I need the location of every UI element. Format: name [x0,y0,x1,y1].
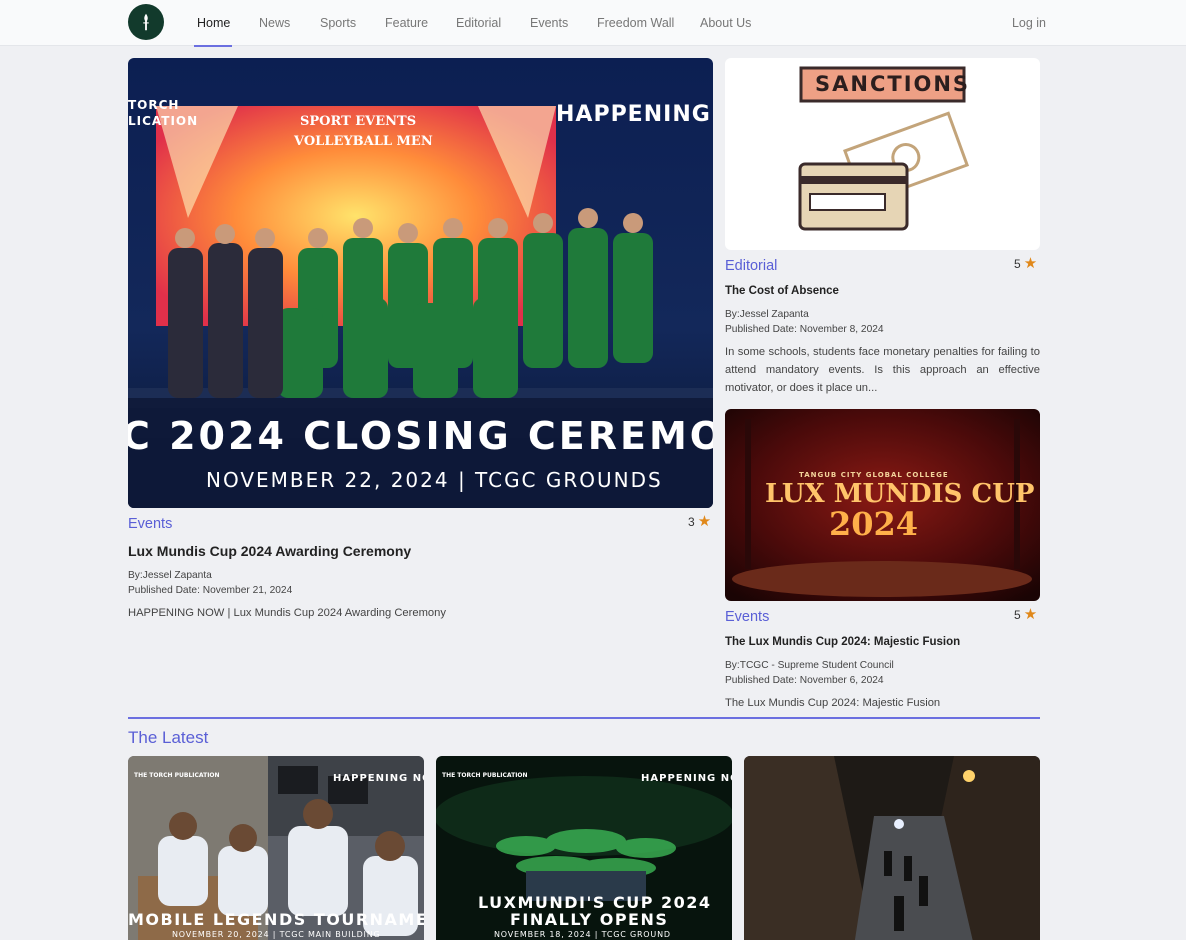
featured-image[interactable]: TORCH LICATION HAPPENING SPORT EVENTS VO… [128,58,713,508]
nav-editorial[interactable]: Editorial [456,16,501,30]
article-excerpt: In some schools, students face monetary … [725,346,1040,394]
happening-text: HAPPENING NOW [333,773,424,784]
latest-heading: The Latest [128,728,209,747]
torch-icon [143,13,149,31]
nav-feature[interactable]: Feature [385,16,428,30]
article-excerpt: The Lux Mundis Cup 2024: Majestic Fusion [725,697,941,709]
nav-freedom-wall[interactable]: Freedom Wall [597,16,674,30]
lux-mundis-image[interactable]: TANGUB CITY GLOBAL COLLEGE LUX MUNDIS CU… [725,409,1040,601]
poster-year: 2024 [829,505,919,543]
card-subline: NOVEMBER 18, 2024 | TCGC GROUND [494,930,671,939]
card-headline: MOBILE LEGENDS TOURNAMENT [128,910,424,929]
article-title[interactable]: The Cost of Absence [725,285,839,297]
screen-text: SPORT EVENTS [300,114,417,129]
rating-value: 5 [1014,607,1021,622]
article-author: By:Jessel Zapanta [725,309,809,320]
latest-card-image[interactable]: THE TORCH PUBLICATION HAPPENING NOW LUXM… [436,756,732,940]
section-divider [128,717,1040,719]
sanctions-image[interactable]: SANCTIONS [725,58,1040,250]
star-icon: ★ [697,513,712,530]
image-subline: NOVEMBER 22, 2024 | TCGC GROUNDS [206,468,663,492]
brand-text: TORCH [128,98,180,112]
latest-card-image[interactable]: THE TORCH PUBLICATION HAPPENING NOW MOBI… [128,756,424,940]
featured-excerpt: HAPPENING NOW | Lux Mundis Cup 2024 Awar… [128,607,446,619]
article-title[interactable]: The Lux Mundis Cup 2024: Majestic Fusion [725,636,960,648]
card-headline: FINALLY OPENS [510,910,669,929]
article-category[interactable]: Events [725,609,769,625]
star-icon: ★ [1023,255,1038,272]
brand-text: THE TORCH PUBLICATION [134,772,220,779]
latest-card-image[interactable] [744,756,1040,940]
article-rating: 5 ★ [1014,256,1037,271]
featured-title[interactable]: Lux Mundis Cup 2024 Awarding Ceremony [128,543,411,559]
top-navbar: Home News Sports Feature Editorial Event… [0,0,1186,47]
article-category[interactable]: Editorial [725,258,777,274]
featured-rating: 3 ★ [688,514,711,529]
nav-events[interactable]: Events [530,16,568,30]
article-date: Published Date: November 8, 2024 [725,324,884,335]
rating-value: 5 [1014,256,1021,271]
happening-text: HAPPENING NOW [641,773,732,784]
brand-text: LICATION [128,114,199,128]
nav-about-us[interactable]: About Us [700,16,751,30]
article-rating: 5 ★ [1014,607,1037,622]
featured-category[interactable]: Events [128,516,172,532]
torch-logo[interactable] [128,4,164,40]
nav-sports[interactable]: Sports [320,16,356,30]
college-text: TANGUB CITY GLOBAL COLLEGE [799,471,949,479]
nav-news[interactable]: News [259,16,290,30]
article-author: By:TCGC - Supreme Student Council [725,660,894,671]
star-icon: ★ [1023,606,1038,623]
active-tab-indicator [194,45,232,47]
brand-text: THE TORCH PUBLICATION [442,772,528,779]
happening-text: HAPPENING [556,102,711,127]
featured-author: By:Jessel Zapanta [128,570,212,581]
nav-home[interactable]: Home [197,16,230,30]
night-street-photo [744,756,1040,940]
screen-text: VOLLEYBALL MEN [294,134,433,149]
featured-date: Published Date: November 21, 2024 [128,585,293,596]
article-date: Published Date: November 6, 2024 [725,675,884,686]
card-subline: NOVEMBER 20, 2024 | TCGC MAIN BUILDING [172,930,381,939]
image-headline: C 2024 CLOSING CEREMO [128,414,713,458]
rating-value: 3 [688,514,695,529]
sanctions-text: SANCTIONS [815,72,971,96]
login-link[interactable]: Log in [1012,16,1046,30]
